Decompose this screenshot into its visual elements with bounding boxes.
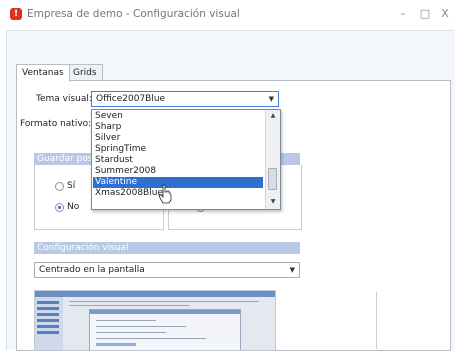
tab-ventanas[interactable]: Ventanas: [16, 64, 70, 82]
scroll-down-icon[interactable]: ▼: [266, 196, 280, 208]
radio-si[interactable]: [55, 182, 64, 191]
app-icon: !: [10, 8, 22, 20]
radio-si-label: Sí: [67, 181, 76, 191]
hand-cursor-icon: [158, 184, 172, 204]
tema-visual-dropdown-list[interactable]: Seven Sharp Silver SpringTime Stardust S…: [91, 109, 281, 210]
dropdown-option[interactable]: Summer2008: [93, 166, 263, 177]
radio-no[interactable]: [55, 203, 64, 212]
theme-preview-image: [34, 290, 276, 351]
dropdown-option[interactable]: Silver: [93, 133, 263, 144]
dropdown-option[interactable]: Xmas2008Blue: [93, 188, 263, 199]
tema-visual-select[interactable]: Office2007Blue ▼: [91, 91, 279, 107]
tema-visual-label: Tema visual:: [36, 94, 92, 104]
dropdown-option[interactable]: SpringTime: [93, 144, 263, 155]
radio-no-label: No: [67, 202, 80, 212]
position-select-value: Centrado en la pantalla: [39, 265, 145, 275]
chevron-down-icon: ▼: [268, 95, 274, 103]
dropdown-option[interactable]: Stardust: [93, 155, 263, 166]
tema-visual-value: Office2007Blue: [96, 94, 166, 104]
window-title: Empresa de demo - Configuración visual: [27, 8, 240, 20]
dropdown-option[interactable]: Seven: [93, 111, 263, 122]
position-select[interactable]: Centrado en la pantalla ▼: [34, 262, 300, 278]
dropdown-scrollbar[interactable]: ▲ ▼: [265, 110, 280, 209]
config-section-header: Configuración visual: [34, 242, 300, 254]
maximize-button[interactable]: □: [418, 7, 432, 21]
dropdown-option-selected[interactable]: Valentine: [93, 177, 263, 188]
minimize-button[interactable]: –: [396, 7, 410, 21]
divider: [376, 292, 377, 349]
dropdown-option[interactable]: Sharp: [93, 122, 263, 133]
scroll-up-icon[interactable]: ▲: [266, 110, 280, 122]
scrollbar-thumb[interactable]: [268, 168, 277, 190]
formato-nativo-label: Formato nativo:: [20, 119, 92, 129]
close-button[interactable]: X: [438, 7, 452, 21]
chevron-down-icon: ▼: [289, 266, 295, 274]
